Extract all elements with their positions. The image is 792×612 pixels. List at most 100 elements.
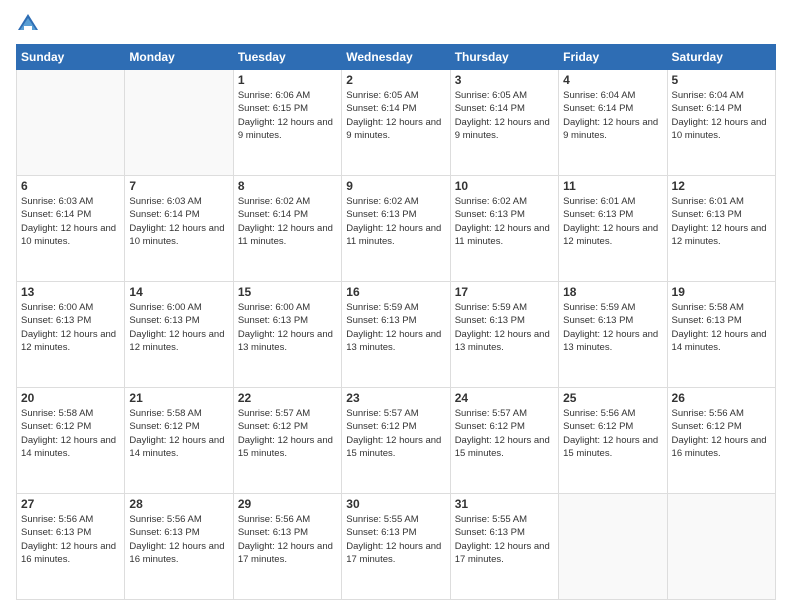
day-number: 7 <box>129 179 228 193</box>
day-number: 15 <box>238 285 337 299</box>
calendar-cell: 4 Sunrise: 6:04 AM Sunset: 6:14 PM Daylig… <box>559 70 667 176</box>
day-number: 13 <box>21 285 120 299</box>
day-info: Sunrise: 6:04 AM Sunset: 6:14 PM Dayligh… <box>563 89 662 142</box>
calendar-cell: 13 Sunrise: 6:00 AM Sunset: 6:13 PM Dayli… <box>17 282 125 388</box>
day-number: 17 <box>455 285 554 299</box>
day-info: Sunrise: 5:57 AM Sunset: 6:12 PM Dayligh… <box>238 407 337 460</box>
day-number: 25 <box>563 391 662 405</box>
calendar-cell: 9 Sunrise: 6:02 AM Sunset: 6:13 PM Daylig… <box>342 176 450 282</box>
day-info: Sunrise: 5:59 AM Sunset: 6:13 PM Dayligh… <box>455 301 554 354</box>
calendar-cell <box>667 494 775 600</box>
day-number: 3 <box>455 73 554 87</box>
day-info: Sunrise: 6:00 AM Sunset: 6:13 PM Dayligh… <box>129 301 228 354</box>
calendar-cell: 27 Sunrise: 5:56 AM Sunset: 6:13 PM Dayli… <box>17 494 125 600</box>
weekday-header-thursday: Thursday <box>450 45 558 70</box>
week-row-5: 27 Sunrise: 5:56 AM Sunset: 6:13 PM Dayli… <box>17 494 776 600</box>
day-info: Sunrise: 6:01 AM Sunset: 6:13 PM Dayligh… <box>563 195 662 248</box>
day-number: 11 <box>563 179 662 193</box>
day-info: Sunrise: 6:05 AM Sunset: 6:14 PM Dayligh… <box>455 89 554 142</box>
day-info: Sunrise: 5:56 AM Sunset: 6:12 PM Dayligh… <box>563 407 662 460</box>
calendar-cell: 25 Sunrise: 5:56 AM Sunset: 6:12 PM Dayli… <box>559 388 667 494</box>
calendar-cell: 17 Sunrise: 5:59 AM Sunset: 6:13 PM Dayli… <box>450 282 558 388</box>
day-number: 9 <box>346 179 445 193</box>
day-number: 10 <box>455 179 554 193</box>
day-number: 1 <box>238 73 337 87</box>
day-info: Sunrise: 5:56 AM Sunset: 6:13 PM Dayligh… <box>238 513 337 566</box>
day-info: Sunrise: 6:02 AM Sunset: 6:13 PM Dayligh… <box>346 195 445 248</box>
day-info: Sunrise: 6:02 AM Sunset: 6:14 PM Dayligh… <box>238 195 337 248</box>
day-number: 29 <box>238 497 337 511</box>
weekday-row: SundayMondayTuesdayWednesdayThursdayFrid… <box>17 45 776 70</box>
calendar-cell: 14 Sunrise: 6:00 AM Sunset: 6:13 PM Dayli… <box>125 282 233 388</box>
calendar-cell: 19Sunrise: 5:58 AM Sunset: 6:13 PM Dayli… <box>667 282 775 388</box>
day-info: Sunrise: 5:56 AM Sunset: 6:13 PM Dayligh… <box>129 513 228 566</box>
calendar: SundayMondayTuesdayWednesdayThursdayFrid… <box>16 44 776 600</box>
calendar-body: 1Sunrise: 6:06 AM Sunset: 6:15 PM Daylig… <box>17 70 776 600</box>
day-number: 18 <box>563 285 662 299</box>
day-info: Sunrise: 5:57 AM Sunset: 6:12 PM Dayligh… <box>455 407 554 460</box>
day-number: 8 <box>238 179 337 193</box>
day-info: Sunrise: 5:56 AM Sunset: 6:12 PM Dayligh… <box>672 407 771 460</box>
week-row-2: 6 Sunrise: 6:03 AM Sunset: 6:14 PM Daylig… <box>17 176 776 282</box>
day-info: Sunrise: 5:57 AM Sunset: 6:12 PM Dayligh… <box>346 407 445 460</box>
day-number: 27 <box>21 497 120 511</box>
calendar-cell: 22 Sunrise: 5:57 AM Sunset: 6:12 PM Dayli… <box>233 388 341 494</box>
calendar-cell: 3 Sunrise: 6:05 AM Sunset: 6:14 PM Daylig… <box>450 70 558 176</box>
day-number: 6 <box>21 179 120 193</box>
week-row-3: 13 Sunrise: 6:00 AM Sunset: 6:13 PM Dayli… <box>17 282 776 388</box>
calendar-cell: 24 Sunrise: 5:57 AM Sunset: 6:12 PM Dayli… <box>450 388 558 494</box>
calendar-cell: 10 Sunrise: 6:02 AM Sunset: 6:13 PM Dayli… <box>450 176 558 282</box>
day-info: Sunrise: 6:03 AM Sunset: 6:14 PM Dayligh… <box>21 195 120 248</box>
day-number: 28 <box>129 497 228 511</box>
weekday-header-tuesday: Tuesday <box>233 45 341 70</box>
day-info: Sunrise: 5:55 AM Sunset: 6:13 PM Dayligh… <box>455 513 554 566</box>
day-info: Sunrise: 5:56 AM Sunset: 6:13 PM Dayligh… <box>21 513 120 566</box>
week-row-4: 20 Sunrise: 5:58 AM Sunset: 6:12 PM Dayli… <box>17 388 776 494</box>
calendar-cell: 5 Sunrise: 6:04 AM Sunset: 6:14 PM Daylig… <box>667 70 775 176</box>
calendar-cell: 2 Sunrise: 6:05 AM Sunset: 6:14 PM Daylig… <box>342 70 450 176</box>
calendar-cell: 21Sunrise: 5:58 AM Sunset: 6:12 PM Dayli… <box>125 388 233 494</box>
day-number: 30 <box>346 497 445 511</box>
calendar-cell: 12Sunrise: 6:01 AM Sunset: 6:13 PM Dayli… <box>667 176 775 282</box>
calendar-cell: 15 Sunrise: 6:00 AM Sunset: 6:13 PM Dayli… <box>233 282 341 388</box>
day-number: 31 <box>455 497 554 511</box>
day-info: Sunrise: 6:03 AM Sunset: 6:14 PM Dayligh… <box>129 195 228 248</box>
day-info: Sunrise: 6:05 AM Sunset: 6:14 PM Dayligh… <box>346 89 445 142</box>
calendar-cell <box>559 494 667 600</box>
day-info: Sunrise: 5:59 AM Sunset: 6:13 PM Dayligh… <box>563 301 662 354</box>
logo-icon <box>16 12 40 36</box>
weekday-header-monday: Monday <box>125 45 233 70</box>
calendar-cell: 8 Sunrise: 6:02 AM Sunset: 6:14 PM Daylig… <box>233 176 341 282</box>
calendar-cell: 23 Sunrise: 5:57 AM Sunset: 6:12 PM Dayli… <box>342 388 450 494</box>
day-number: 21 <box>129 391 228 405</box>
day-info: Sunrise: 5:58 AM Sunset: 6:12 PM Dayligh… <box>21 407 120 460</box>
page-header <box>16 12 776 36</box>
calendar-cell <box>125 70 233 176</box>
calendar-cell: 20 Sunrise: 5:58 AM Sunset: 6:12 PM Dayli… <box>17 388 125 494</box>
day-number: 19 <box>672 285 771 299</box>
calendar-cell: 31 Sunrise: 5:55 AM Sunset: 6:13 PM Dayli… <box>450 494 558 600</box>
day-number: 23 <box>346 391 445 405</box>
day-number: 4 <box>563 73 662 87</box>
calendar-cell: 11 Sunrise: 6:01 AM Sunset: 6:13 PM Dayli… <box>559 176 667 282</box>
day-info: Sunrise: 6:00 AM Sunset: 6:13 PM Dayligh… <box>21 301 120 354</box>
weekday-header-wednesday: Wednesday <box>342 45 450 70</box>
day-number: 12 <box>672 179 771 193</box>
day-info: Sunrise: 5:59 AM Sunset: 6:13 PM Dayligh… <box>346 301 445 354</box>
day-number: 5 <box>672 73 771 87</box>
day-number: 20 <box>21 391 120 405</box>
calendar-cell: 7 Sunrise: 6:03 AM Sunset: 6:14 PM Daylig… <box>125 176 233 282</box>
day-number: 22 <box>238 391 337 405</box>
logo <box>16 12 44 36</box>
day-number: 14 <box>129 285 228 299</box>
weekday-header-sunday: Sunday <box>17 45 125 70</box>
calendar-cell: 18 Sunrise: 5:59 AM Sunset: 6:13 PM Dayli… <box>559 282 667 388</box>
day-info: Sunrise: 5:55 AM Sunset: 6:13 PM Dayligh… <box>346 513 445 566</box>
day-info: Sunrise: 6:04 AM Sunset: 6:14 PM Dayligh… <box>672 89 771 142</box>
day-number: 24 <box>455 391 554 405</box>
day-info: Sunrise: 6:02 AM Sunset: 6:13 PM Dayligh… <box>455 195 554 248</box>
day-number: 2 <box>346 73 445 87</box>
calendar-cell: 30 Sunrise: 5:55 AM Sunset: 6:13 PM Dayli… <box>342 494 450 600</box>
day-info: Sunrise: 6:00 AM Sunset: 6:13 PM Dayligh… <box>238 301 337 354</box>
calendar-cell: 1Sunrise: 6:06 AM Sunset: 6:15 PM Daylig… <box>233 70 341 176</box>
